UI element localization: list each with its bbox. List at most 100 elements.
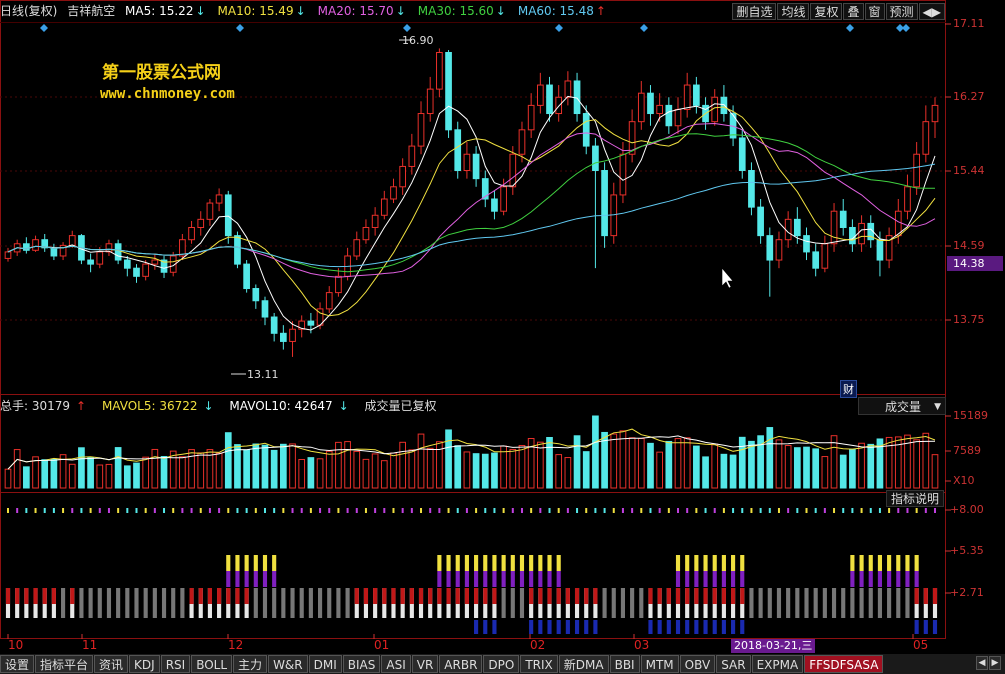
indicator-tab[interactable]: DMI	[308, 655, 342, 673]
indicator-tab[interactable]: SAR	[716, 655, 751, 673]
indicator-bar	[923, 620, 928, 634]
chevron-down-icon: ▼	[934, 402, 941, 412]
indicator-bar	[712, 588, 717, 604]
volume-bar	[858, 442, 865, 489]
cursor-date-tag: 2018-03-21,三	[731, 639, 816, 653]
candle-body	[325, 292, 333, 310]
indicator-bar	[244, 588, 249, 604]
signal-dot	[181, 508, 184, 513]
volume-bar	[280, 443, 287, 489]
volume-bar	[518, 444, 526, 489]
signal-dot	[34, 508, 37, 513]
indicator-tab[interactable]: ARBR	[439, 655, 483, 673]
indicator-tab[interactable]: DPO	[483, 655, 520, 673]
indicator-tab[interactable]: 主力	[233, 655, 268, 673]
indicator-bar	[914, 620, 919, 634]
signal-dot	[429, 508, 432, 513]
indicator-bar	[666, 588, 671, 604]
indicator-bar	[510, 571, 515, 587]
candle-body	[32, 239, 39, 251]
indicator-tab[interactable]: MTM	[640, 655, 679, 673]
indicator-bar	[868, 588, 873, 618]
indicator-bar	[327, 588, 332, 618]
candle-body	[904, 186, 911, 212]
indicator-bar	[51, 588, 56, 604]
indicator-tab[interactable]: BBI	[609, 655, 640, 673]
indicator-bar	[519, 571, 525, 587]
indicator-tab[interactable]: TRIX	[520, 655, 558, 673]
scroll-left-icon[interactable]: ◀	[976, 656, 988, 670]
indicator-tab[interactable]: W&R	[268, 655, 308, 673]
volume-bar	[738, 436, 746, 489]
indicator-tab[interactable]: FFSDFSASA	[804, 655, 884, 673]
indicator-bar	[235, 555, 240, 571]
candle-body	[243, 263, 250, 290]
indicator-tab-bar: 设置 指标平台 资讯 KDJ RSI BOLL 主力 W&R DMI BIAS ASI VR ARBR D…	[0, 654, 1005, 674]
indicator-bar	[685, 588, 690, 604]
indicator-tab[interactable]: KDJ	[129, 655, 160, 673]
indicator-bar	[694, 571, 699, 587]
indicator-tab[interactable]: RSI	[160, 655, 191, 673]
volume-bar	[803, 446, 810, 489]
indicator-bar	[914, 571, 919, 587]
candle-body	[252, 288, 260, 302]
indicator-tab[interactable]: VR	[411, 655, 439, 673]
indicator-bar	[896, 588, 901, 618]
signal-dot	[163, 508, 166, 513]
indicator-tab[interactable]: 新DMA	[558, 655, 609, 673]
indicator-bar	[207, 588, 212, 604]
candle-body	[436, 51, 443, 90]
high-price-value: 16.90	[402, 34, 434, 47]
finance-marker[interactable]: 财	[840, 380, 857, 398]
candle-body	[289, 328, 296, 342]
indicator-bar	[262, 555, 268, 571]
indicator-tab[interactable]: EXPMA	[751, 655, 804, 673]
signal-dot	[319, 508, 322, 513]
indicator-bar	[630, 588, 635, 618]
signal-dot	[401, 508, 404, 513]
indicator-tab[interactable]: ASI	[381, 655, 411, 673]
indicator-bar	[574, 588, 580, 604]
indicator-bar	[831, 588, 837, 618]
indicator-tab[interactable]: 指标平台	[35, 655, 94, 673]
mavol10-value: MAVOL10: 42647	[229, 399, 333, 413]
indicator-bar	[547, 555, 552, 571]
volume-bar	[702, 456, 709, 489]
indicator-tab[interactable]: BIAS	[342, 655, 381, 673]
candle-body	[858, 222, 865, 245]
indicator-tab[interactable]: 资讯	[94, 655, 129, 673]
indicator-bar	[685, 620, 690, 634]
volume-bar	[610, 433, 618, 489]
indicator-bar	[400, 588, 405, 604]
volume-bar	[793, 447, 801, 489]
indicator-bar	[731, 588, 736, 604]
volume-bar	[812, 448, 820, 489]
indicator-select[interactable]: 成交量 ▼	[858, 397, 946, 415]
signal-dot	[686, 508, 689, 513]
signal-dot	[814, 508, 817, 513]
indicator-help-button[interactable]: 指标说明	[886, 490, 944, 507]
signal-dot	[640, 508, 643, 513]
indicator-bar	[694, 555, 699, 571]
signal-dot	[704, 508, 707, 513]
indicator-bar	[703, 555, 708, 571]
indicator-bar	[317, 588, 323, 618]
indicator-bar	[492, 571, 497, 587]
event-marker-icon	[902, 24, 910, 32]
indicator-bar	[877, 588, 882, 618]
candle-body	[656, 104, 663, 115]
indicator-bar	[868, 555, 873, 571]
signal-dot	[80, 508, 83, 513]
price-axis-label: 16.27	[953, 90, 985, 103]
volume-bar	[371, 453, 379, 489]
indicator-tab[interactable]: BOLL	[191, 655, 233, 673]
indicator-bar	[226, 588, 231, 604]
indicator-bar	[474, 620, 479, 634]
indicator-tab[interactable]: 设置	[0, 655, 35, 673]
mavol5-value: MAVOL5: 36722	[101, 399, 198, 413]
signal-dot	[539, 508, 542, 513]
volume-bar	[628, 437, 636, 489]
indicator-tab[interactable]: OBV	[679, 655, 716, 673]
scroll-right-icon[interactable]: ▶	[989, 656, 1001, 670]
volume-bar	[582, 451, 590, 489]
